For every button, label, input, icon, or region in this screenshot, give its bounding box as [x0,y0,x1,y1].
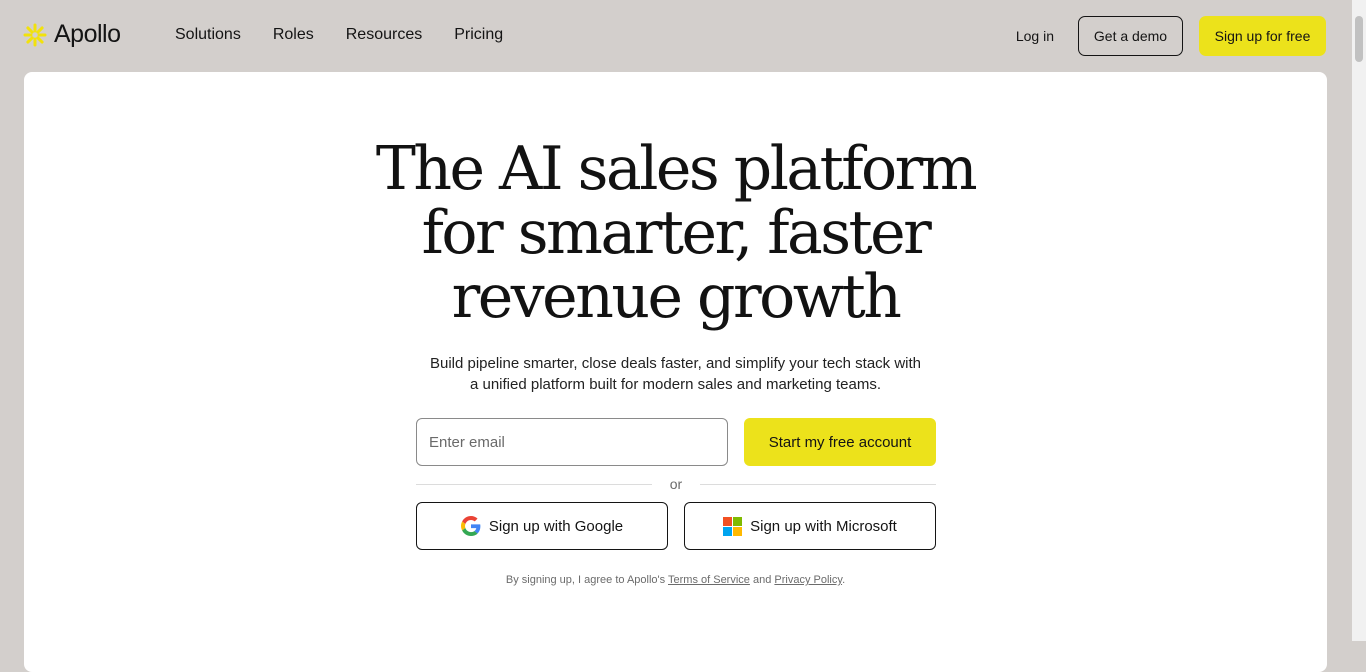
hero-subtitle: Build pipeline smarter, close deals fast… [24,353,1327,395]
nav-item-solutions[interactable]: Solutions [175,26,241,44]
sunburst-icon [23,23,47,46]
nav-item-resources[interactable]: Resources [346,26,422,44]
legal-notice: By signing up, I agree to Apollo's Terms… [24,574,1327,586]
subtitle-line-1: Build pipeline smarter, close deals fast… [429,355,922,372]
page-scrollbar[interactable] [1352,0,1366,641]
or-divider: or [416,476,936,494]
headline-line-2: for smarter, faster [421,198,932,268]
email-input[interactable] [416,418,728,466]
headline-line-3: revenue growth [451,262,902,332]
microsoft-button-label: Sign up with Microsoft [750,517,897,535]
hero-headline: The AI sales platform for smarter, faste… [24,137,1327,329]
google-button-label: Sign up with Google [488,517,624,535]
nav-item-roles[interactable]: Roles [273,26,314,44]
signup-microsoft-button[interactable]: Sign up with Microsoft [684,502,936,550]
start-free-account-button[interactable]: Start my free account [744,418,936,466]
microsoft-squares-icon [723,516,743,536]
top-navigation-bar: Apollo Solutions Roles Resources Pricing… [0,0,1352,72]
privacy-policy-link[interactable]: Privacy Policy [774,574,842,586]
header-signup-button[interactable]: Sign up for free [1199,16,1326,56]
logo-text: Apollo [54,20,121,48]
divider-line-right [700,484,936,485]
get-demo-button[interactable]: Get a demo [1078,16,1183,56]
login-link[interactable]: Log in [1016,28,1054,44]
legal-suffix: . [842,574,846,586]
subtitle-line-2: a unified platform built for modern sale… [469,376,882,393]
signup-google-button[interactable]: Sign up with Google [416,502,668,550]
legal-and: and [752,574,772,586]
scrollbar-thumb[interactable] [1355,16,1363,62]
legal-prefix: By signing up, I agree to Apollo's [505,574,666,586]
main-nav: Solutions Roles Resources Pricing [175,26,503,44]
hero-card: The AI sales platform for smarter, faste… [24,72,1327,672]
nav-item-pricing[interactable]: Pricing [454,26,503,44]
headline-line-1: The AI sales platform [375,134,978,204]
apollo-logo[interactable]: Apollo [22,20,121,49]
google-g-icon [460,516,481,536]
header-actions: Log in Get a demo Sign up for free [1016,16,1326,56]
terms-of-service-link[interactable]: Terms of Service [668,574,750,586]
